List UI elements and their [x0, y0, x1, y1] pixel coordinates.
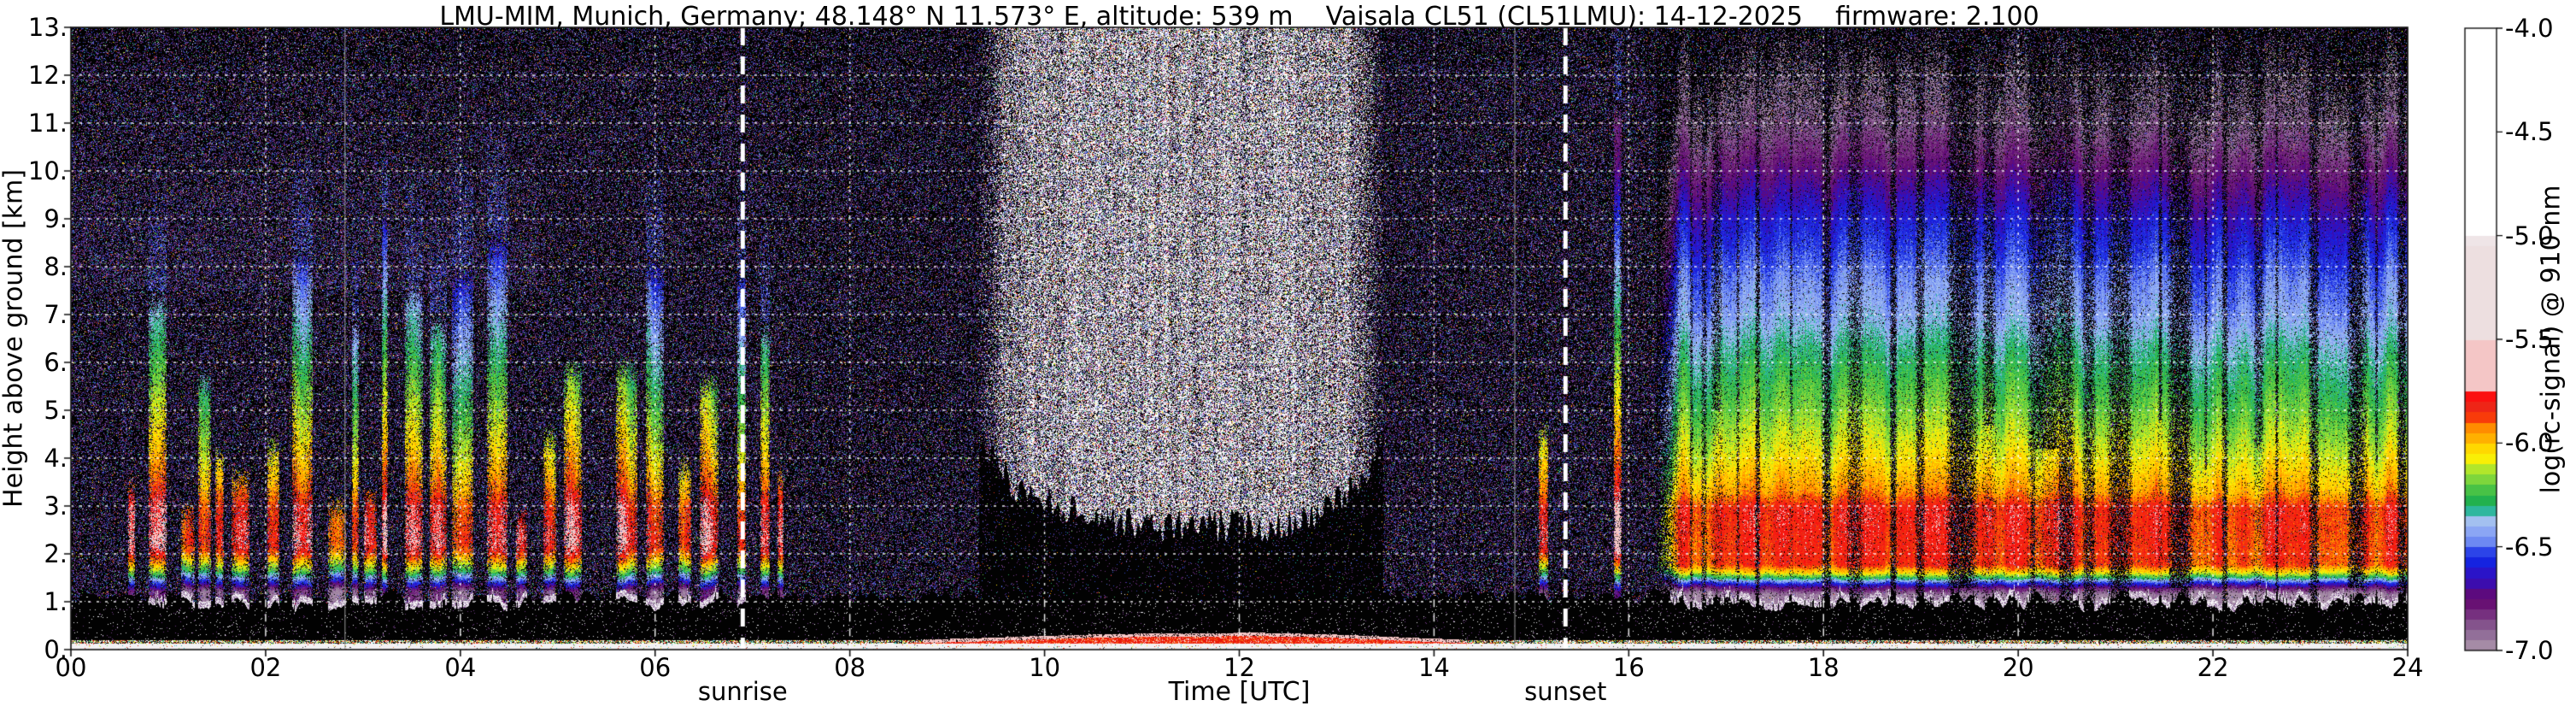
- colorbar-tick-label: -4.0: [2505, 14, 2554, 43]
- x-tick-label: 16: [1612, 653, 1645, 682]
- y-tick-label: 9.: [44, 204, 67, 233]
- x-tick-label: 02: [249, 653, 282, 682]
- x-tick-label: 18: [1807, 653, 1840, 682]
- y-tick-label: 8.: [44, 252, 67, 281]
- y-tick-label: 12.: [27, 61, 67, 90]
- y-tick-label: 2.: [44, 539, 67, 568]
- colorbar-tick-label: -7.0: [2505, 636, 2554, 665]
- sunset-annotation: sunset: [1524, 677, 1607, 706]
- x-tick-label: 08: [834, 653, 866, 682]
- colorbar-tick-label: -5.0: [2505, 221, 2554, 250]
- page-title: LMU-MIM, Munich, Germany; 48.148° N 11.5…: [439, 2, 2039, 32]
- colorbar-tick-label: -6.5: [2505, 532, 2554, 562]
- y-tick-label: 5.: [44, 396, 67, 425]
- colorbar-tick-label: -6.0: [2505, 428, 2554, 458]
- y-tick-label: 7.: [44, 300, 67, 329]
- y-tick-label: 13.: [27, 13, 67, 42]
- y-tick-label: 11.: [27, 109, 67, 138]
- y-axis-label: Height above ground [km]: [0, 169, 29, 508]
- x-tick-label: 12: [1223, 653, 1255, 682]
- y-tick-label: 6.: [44, 348, 67, 377]
- x-tick-label: 14: [1417, 653, 1450, 682]
- y-tick-label: 10.: [27, 156, 67, 185]
- x-tick-label: 10: [1029, 653, 1061, 682]
- y-tick-label: 3.: [44, 491, 67, 521]
- ceilometer-quicklook-figure: LMU-MIM, Munich, Germany; 48.148° N 11.5…: [0, 0, 2576, 706]
- y-tick-label: 1.: [44, 587, 67, 616]
- sunrise-annotation: sunrise: [697, 677, 788, 706]
- y-tick-label: 4.: [44, 444, 67, 473]
- x-tick-label: 06: [639, 653, 672, 682]
- colorbar-tick-label: -4.5: [2505, 117, 2554, 147]
- x-tick-label: 22: [2197, 653, 2229, 682]
- colorbar-tick-label: -5.5: [2505, 325, 2554, 354]
- x-tick-label: 20: [2002, 653, 2034, 682]
- y-tick-label: 0.: [44, 635, 67, 664]
- x-tick-label: 04: [444, 653, 477, 682]
- ceilometer-heatmap-canvas: [0, 0, 2576, 706]
- x-tick-label: 24: [2391, 653, 2424, 682]
